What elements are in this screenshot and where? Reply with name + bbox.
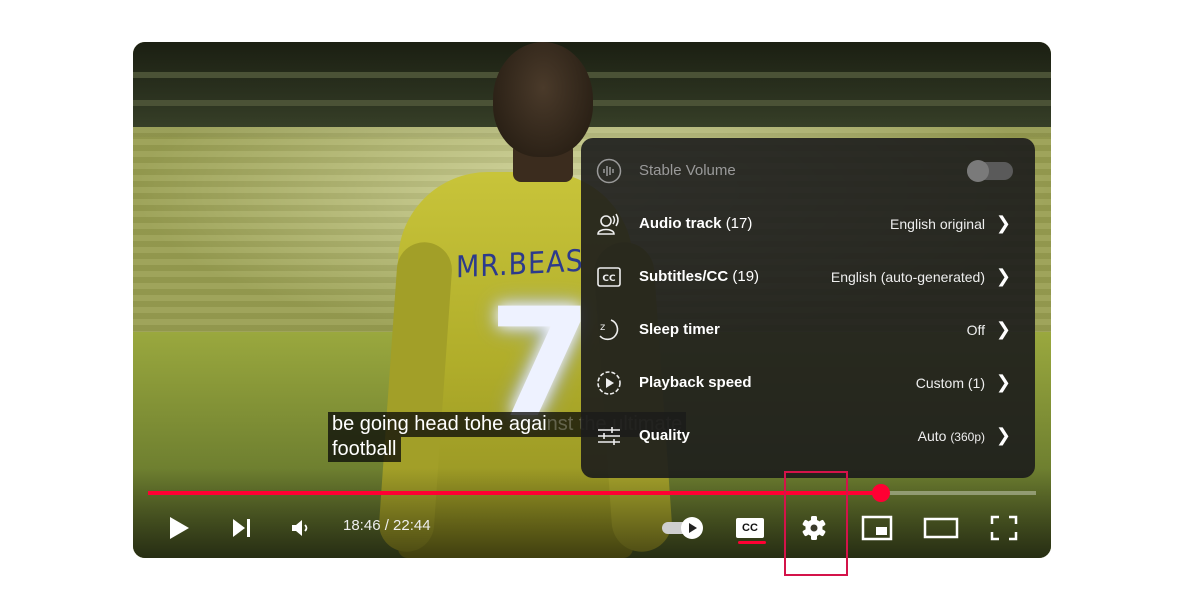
menu-label: Sleep timer [639,321,720,338]
stable-volume-toggle[interactable] [967,159,1013,182]
playback-speed-icon [597,370,621,395]
menu-value-small: (360p) [950,429,985,444]
play-button[interactable] [163,510,195,546]
menu-label: Playback speed [639,374,752,391]
next-button[interactable] [227,510,257,546]
menu-item-playback-speed[interactable]: Playback speed Custom (1) ❯ [581,356,1035,409]
settings-menu: Stable Volume Audio track (17) English o… [581,138,1035,478]
miniplayer-button[interactable] [859,510,895,546]
audio-track-icon [597,213,619,235]
next-icon [233,519,250,537]
sleep-timer-icon: z [599,318,619,340]
menu-value: English (auto-generated) [830,268,985,285]
miniplayer-icon [861,515,893,541]
menu-item-quality[interactable]: Quality Auto (360p) ❯ [581,409,1035,462]
svg-text:CC: CC [602,274,616,284]
video-player[interactable]: MR.BEAS 7 be going head tohe against the… [133,42,1051,558]
menu-count: (19) [732,268,760,285]
quality-icon [598,426,620,445]
chevron-right-icon: ❯ [995,425,1011,445]
menu-label: Stable Volume [639,162,736,179]
volume-button[interactable] [288,510,314,546]
autoplay-toggle-icon [662,517,703,539]
settings-highlight-box [784,471,848,576]
chevron-right-icon: ❯ [995,319,1011,339]
menu-value: Off [966,321,985,338]
cc-button[interactable]: CC [733,510,767,546]
chevron-right-icon: ❯ [995,266,1011,286]
menu-label: Subtitles/CC [639,268,729,285]
menu-value: English original [890,215,985,232]
menu-item-stable-volume[interactable]: Stable Volume [581,144,1035,197]
progress-played [148,491,882,495]
player-head [493,42,593,157]
fullscreen-icon [990,515,1018,541]
stable-volume-icon [596,158,622,183]
svg-text:z: z [600,322,605,333]
menu-value: Auto [917,427,947,444]
subtitles-icon: CC [597,266,621,287]
cc-icon: CC [736,518,764,538]
time-display: 18:46 / 22:44 [343,517,431,534]
menu-item-subtitles[interactable]: CC Subtitles/CC (19) English (auto-gener… [581,250,1035,303]
play-icon [170,517,189,539]
fullscreen-button[interactable] [987,510,1021,546]
theater-mode-icon [923,517,959,539]
menu-item-audio-track[interactable]: Audio track (17) English original ❯ [581,197,1035,250]
cc-active-indicator [738,541,766,544]
menu-value: Custom (1) [915,374,985,391]
menu-label: Audio track [639,215,722,232]
volume-icon [292,520,308,536]
theater-mode-button[interactable] [921,510,961,546]
progress-bar[interactable] [148,484,1036,502]
menu-item-sleep-timer[interactable]: z Sleep timer Off ❯ [581,303,1035,356]
menu-label: Quality [639,427,690,444]
caption-line-2: football [328,437,401,462]
autoplay-toggle[interactable] [659,510,707,546]
chevron-right-icon: ❯ [995,372,1011,392]
chevron-right-icon: ❯ [995,213,1011,233]
menu-count: (17) [725,215,753,232]
